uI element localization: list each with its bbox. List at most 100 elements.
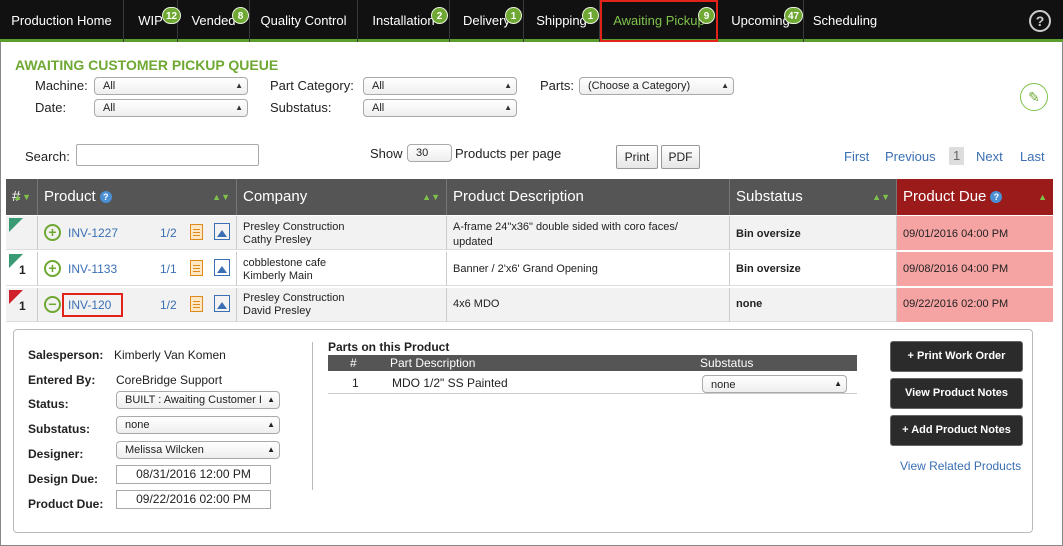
parts-title: Parts on this Product (328, 340, 450, 354)
nav-installation[interactable]: Installation 2 (358, 0, 450, 42)
substatus-select[interactable]: All ▲ (363, 99, 517, 117)
info-icon[interactable]: ? (99, 191, 112, 203)
nav-label: Shipping (536, 13, 587, 28)
view-product-notes-button[interactable]: View Product Notes (890, 378, 1023, 409)
per-page-value: 30 (416, 147, 429, 159)
col-due-header[interactable]: Product Due? ▲ (897, 179, 1053, 215)
pager-previous[interactable]: Previous (885, 149, 936, 164)
company-name: Presley Construction (243, 292, 345, 304)
invoice-link[interactable]: INV-1133 (68, 262, 117, 276)
top-nav: Production Home WIP 12 Vended 8 Quality Co… (0, 0, 1063, 42)
description-line: 4x6 MDO (453, 298, 500, 310)
parts-substatus-header: Substatus (700, 356, 754, 370)
nav-wip[interactable]: WIP 12 (124, 0, 182, 42)
machine-select[interactable]: All ▲ (94, 77, 248, 95)
sort-asc-icon: ▲ (1038, 192, 1047, 202)
company-cell: cobblestone cafe Kimberly Main (237, 252, 447, 286)
status-select[interactable]: BUILT : Awaiting Customer I ▲ (116, 391, 280, 409)
col-product-header[interactable]: Product? ▲▼ (38, 179, 237, 215)
part-category-label: Part Category: (270, 78, 354, 93)
image-icon[interactable] (214, 223, 230, 240)
description-cell: 4x6 MDO (447, 288, 730, 322)
nav-awaiting-pickup[interactable]: Awaiting Pickup 9 (600, 0, 718, 42)
nav-delivery[interactable]: Delivery 1 (450, 0, 524, 42)
pager-current-page[interactable]: 1 (949, 147, 965, 165)
quantity-link[interactable]: 1/2 (160, 298, 177, 312)
document-icon[interactable] (190, 224, 203, 240)
designer-label: Designer: (28, 447, 84, 461)
part-category-select[interactable]: All ▲ (363, 77, 517, 95)
image-icon[interactable] (214, 295, 230, 312)
pdf-button[interactable]: PDF (661, 145, 700, 169)
parts-select[interactable]: (Choose a Category) ▲ (579, 77, 734, 95)
substatus-value: Bin oversize (736, 228, 801, 240)
per-page-select[interactable]: 30 (407, 144, 452, 162)
add-product-notes-button[interactable]: + Add Product Notes (890, 415, 1023, 446)
company-cell: Presley Construction Cathy Presley (237, 216, 447, 250)
col-company-header[interactable]: Company ▲▼ (237, 179, 447, 215)
invoice-link[interactable]: INV-120 (68, 298, 111, 312)
description-cell: A-frame 24"x36" double sided with coro f… (447, 216, 730, 250)
description-line: Banner / 2'x6' Grand Opening (453, 263, 598, 275)
product-cell: + INV-1133 1/1 (38, 252, 237, 286)
select-arrows-icon: ▲ (504, 81, 512, 90)
select-arrows-icon: ▲ (267, 392, 275, 408)
invoice-link[interactable]: INV-1227 (68, 226, 118, 240)
detail-substatus-label: Substatus: (28, 422, 91, 436)
search-label: Search: (25, 149, 70, 164)
nav-quality-control[interactable]: Quality Control (250, 0, 358, 42)
info-icon[interactable]: ? (990, 191, 1003, 203)
pager-first[interactable]: First (844, 149, 869, 164)
quantity-link[interactable]: 1/1 (160, 262, 177, 276)
page-title: AWAITING CUSTOMER PICKUP QUEUE (15, 57, 279, 73)
header-label: Product Description (453, 188, 584, 205)
nav-upcoming[interactable]: Upcoming 47 (718, 0, 804, 42)
detail-substatus-select[interactable]: none ▲ (116, 416, 280, 434)
due-value: 09/01/2016 04:00 PM (903, 228, 1009, 240)
col-substatus-header[interactable]: Substatus ▲▼ (730, 179, 897, 215)
nav-scheduling[interactable]: Scheduling (804, 0, 886, 42)
collapse-icon[interactable]: − (44, 296, 61, 313)
nav-production-home[interactable]: Production Home (0, 0, 124, 42)
design-due-input[interactable]: 08/31/2016 12:00 PM (116, 465, 271, 484)
product-due-input[interactable]: 09/22/2016 02:00 PM (116, 490, 271, 509)
flag-icon (9, 218, 23, 232)
due-value: 09/22/2016 02:00 PM (903, 298, 1009, 310)
document-icon[interactable] (190, 260, 203, 276)
document-icon[interactable] (190, 296, 203, 312)
description-cell: Banner / 2'x6' Grand Opening (447, 252, 730, 286)
nav-shipping[interactable]: Shipping 1 (524, 0, 600, 42)
due-value: 09/08/2016 04:00 PM (903, 263, 1009, 275)
header-label: Product Due (903, 188, 987, 205)
pager-next[interactable]: Next (976, 149, 1003, 164)
nav-label: WIP (138, 13, 163, 28)
per-page-label: Products per page (455, 146, 562, 161)
pin-icon[interactable]: ✎ (1020, 83, 1048, 111)
designer-select[interactable]: Melissa Wilcken ▲ (116, 441, 280, 459)
contact-name: Cathy Presley (243, 234, 312, 246)
select-arrows-icon: ▲ (235, 103, 243, 112)
quantity-link[interactable]: 1/2 (160, 226, 177, 240)
print-work-order-button[interactable]: + Print Work Order (890, 341, 1023, 372)
part-description: MDO 1/2" SS Painted (392, 376, 508, 390)
expand-icon[interactable]: + (44, 260, 61, 277)
pager-last[interactable]: Last (1020, 149, 1045, 164)
search-input[interactable] (76, 144, 259, 166)
expand-icon[interactable]: + (44, 224, 61, 241)
date-value: All (103, 102, 116, 114)
help-icon[interactable]: ? (1029, 10, 1051, 32)
nav-badge: 9 (698, 7, 715, 24)
nav-label: Production Home (11, 13, 112, 28)
nav-vended[interactable]: Vended 8 (178, 0, 250, 42)
image-icon[interactable] (214, 259, 230, 276)
detail-divider (312, 342, 313, 490)
part-substatus-select[interactable]: none ▲ (702, 375, 847, 393)
col-num-header[interactable]: # ▲▼ (6, 179, 38, 215)
date-select[interactable]: All ▲ (94, 99, 248, 117)
col-description-header[interactable]: Product Description (447, 179, 730, 215)
machine-label: Machine: (35, 78, 88, 93)
view-related-products-link[interactable]: View Related Products (900, 459, 1021, 473)
date-label: Date: (35, 100, 67, 115)
print-button[interactable]: Print (616, 145, 658, 169)
select-arrows-icon: ▲ (267, 442, 275, 458)
